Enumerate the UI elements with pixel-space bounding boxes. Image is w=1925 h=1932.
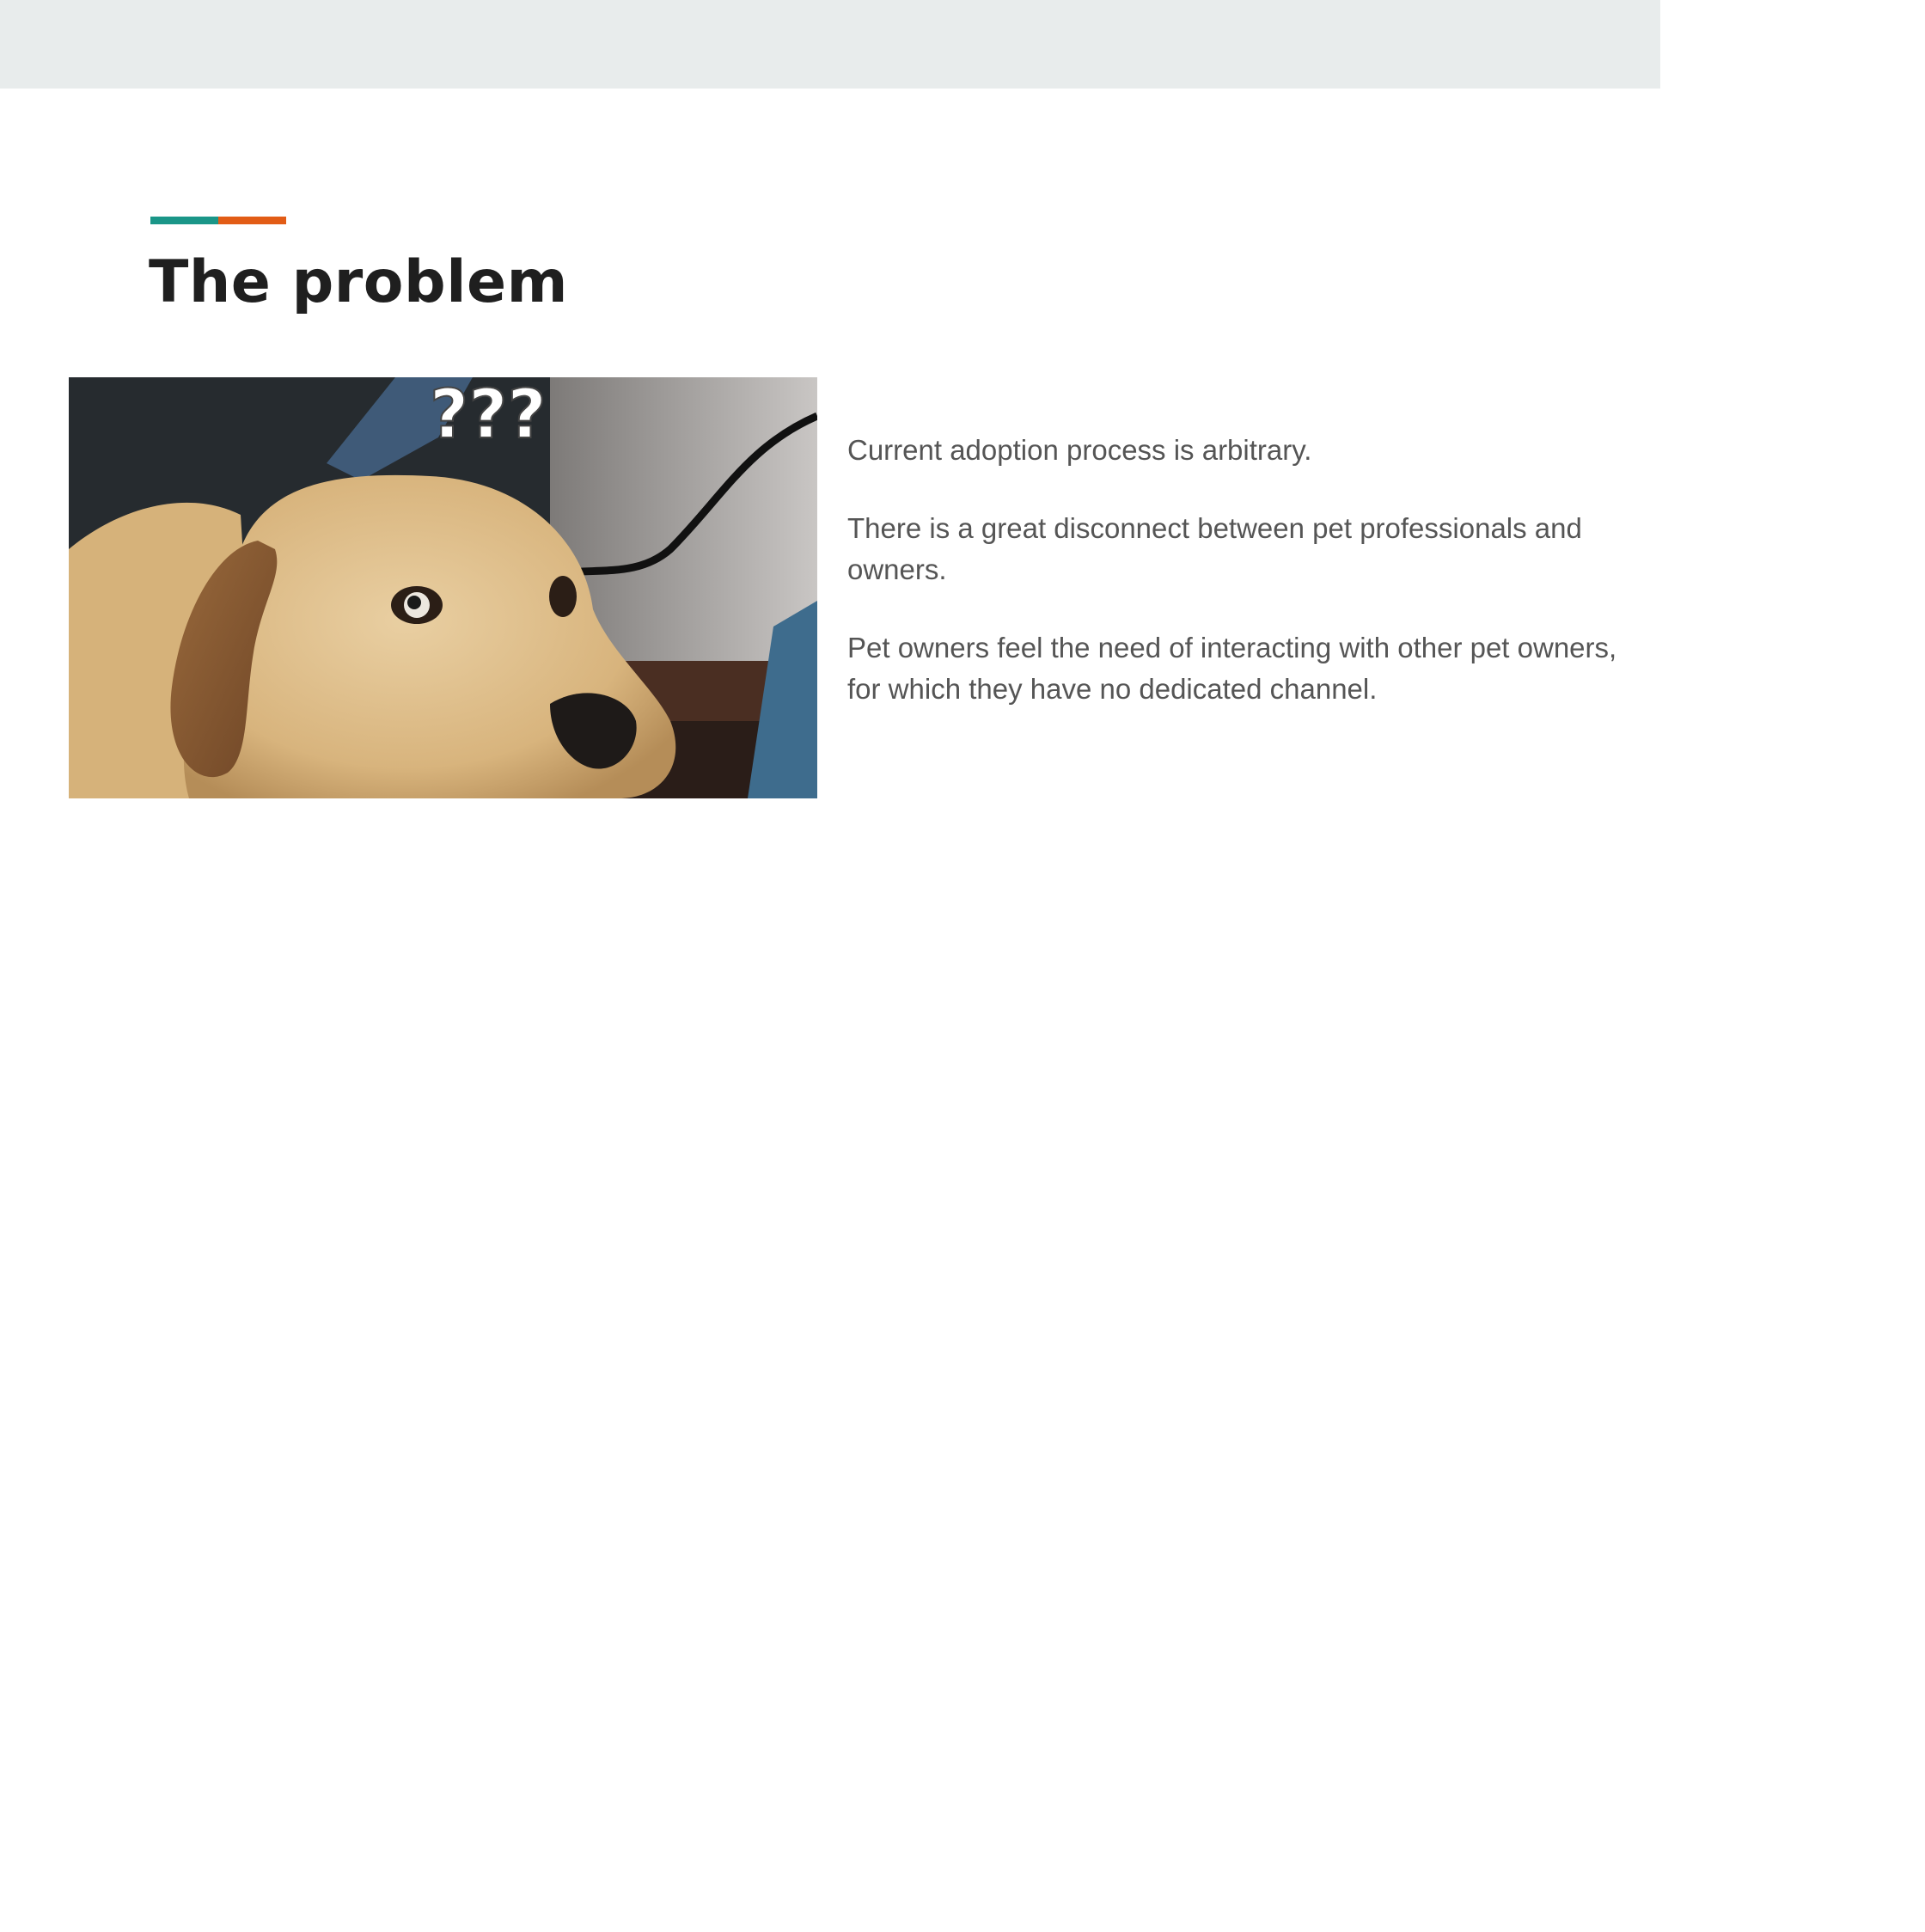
question-marks-overlay: ??? (430, 377, 547, 454)
problem-paragraph-2: There is a great disconnect between pet … (847, 512, 1582, 585)
problem-paragraph-3: Pet owners feel the need of interacting … (847, 632, 1617, 705)
title-accent-bar (150, 217, 286, 224)
problem-text-column: Current adoption process is arbitrary. T… (847, 430, 1621, 747)
accent-orange-segment (218, 217, 286, 224)
confused-dog-photo: ??? (69, 377, 817, 798)
top-banner (0, 0, 1660, 89)
problem-paragraph-1: Current adoption process is arbitrary. (847, 434, 1312, 466)
dog-illustration: ??? (69, 377, 817, 798)
section-title: The problem (149, 248, 568, 316)
accent-teal-segment (150, 217, 218, 224)
